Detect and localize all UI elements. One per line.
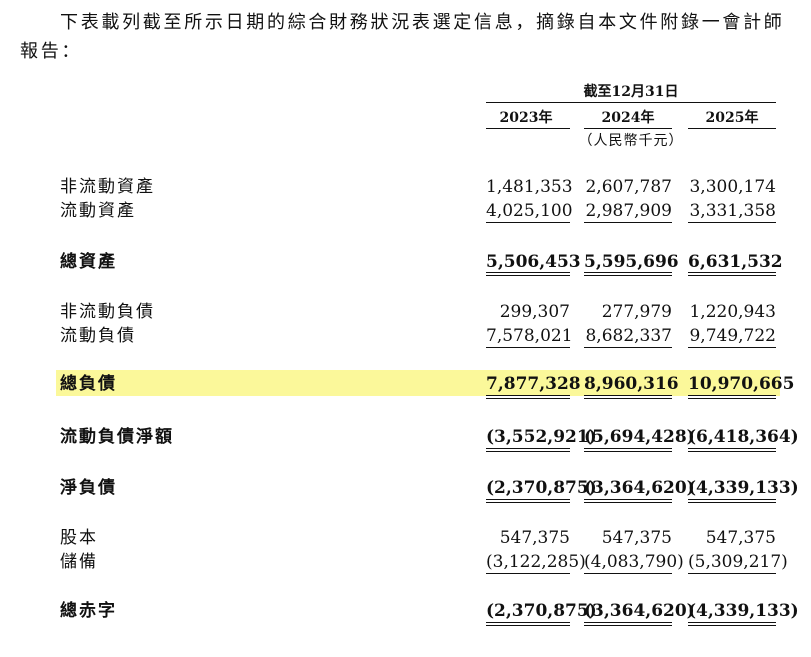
row-label: 儲備 — [60, 552, 98, 572]
total-double-rule — [584, 448, 672, 452]
row-total-deficit: 總赤字 (2,370,875) (3,364,620) (4,339,133) — [0, 599, 811, 623]
row-label: 流動資產 — [60, 201, 136, 221]
row-label: 非流動負債 — [60, 302, 155, 322]
value-2024: (3,364,620) — [584, 478, 695, 498]
value-2023: 1,481,353 — [486, 177, 573, 197]
row-net-current-liabilities: 流動負債淨額 (3,552,921) (5,694,428) (6,418,36… — [0, 425, 811, 449]
value-2025: 9,749,722 — [689, 326, 776, 346]
value-2024: (5,694,428) — [584, 427, 695, 447]
row-non-current-assets: 非流動資產 1,481,353 2,607,787 3,300,174 — [0, 175, 811, 199]
value-2025: 3,300,174 — [689, 177, 776, 197]
row-label: 股本 — [60, 528, 98, 548]
value-2025: (4,339,133) — [688, 478, 799, 498]
year-2024: 2024年 — [601, 110, 655, 126]
subtotal-rule — [486, 222, 570, 223]
subtotal-rule — [584, 347, 672, 348]
period-header: 截至12月31日 — [583, 84, 679, 100]
subtotal-rule — [486, 347, 570, 348]
value-2023: (3,122,285) — [486, 552, 586, 572]
value-2023: 5,506,453 — [486, 252, 581, 272]
row-label: 總負債 — [60, 374, 117, 394]
subtotal-rule — [688, 573, 776, 574]
total-double-rule — [688, 272, 776, 276]
subtotal-rule — [688, 222, 776, 223]
value-2024: 8,960,316 — [584, 374, 679, 394]
unit-label: （人民幣千元） — [578, 133, 684, 149]
row-total-assets: 總資產 5,506,453 5,595,696 6,631,532 — [0, 250, 811, 274]
year-rule — [584, 128, 672, 129]
year-2023: 2023年 — [499, 110, 553, 126]
subtotal-rule — [584, 222, 672, 223]
value-2024: (3,364,620) — [584, 601, 695, 621]
total-double-rule — [486, 448, 570, 452]
value-2023: 4,025,100 — [486, 201, 573, 221]
row-label: 總資產 — [60, 252, 117, 272]
row-label: 非流動資產 — [60, 177, 155, 197]
value-2024: (4,083,790) — [584, 552, 684, 572]
total-double-rule — [584, 622, 672, 626]
value-2025: (4,339,133) — [688, 601, 799, 621]
value-2023: (3,552,921) — [486, 427, 597, 447]
value-2024: 5,595,696 — [584, 252, 679, 272]
row-reserves: 儲備 (3,122,285) (4,083,790) (5,309,217) — [0, 550, 811, 574]
year-rule — [688, 128, 776, 129]
total-double-rule — [486, 272, 570, 276]
value-2025: 10,970,665 — [688, 374, 795, 394]
row-label: 流動負債淨額 — [60, 427, 174, 447]
total-double-rule — [584, 272, 672, 276]
value-2025: (5,309,217) — [688, 552, 788, 572]
row-label: 流動負債 — [60, 326, 136, 346]
subtotal-rule — [486, 573, 570, 574]
value-2023: 299,307 — [499, 302, 570, 322]
total-double-rule — [688, 448, 776, 452]
total-double-rule — [688, 395, 776, 399]
value-2025: 1,220,943 — [689, 302, 776, 322]
row-label: 淨負債 — [60, 478, 117, 498]
value-2023: 7,578,021 — [486, 326, 573, 346]
value-2024: 2,987,909 — [585, 201, 672, 221]
value-2023: 7,877,328 — [486, 374, 581, 394]
intro-paragraph: 下表載列截至所示日期的綜合財務狀況表選定信息，摘錄自本文件附錄一會計師報告： — [20, 12, 785, 62]
value-2025: 547,375 — [705, 528, 776, 548]
row-net-liabilities: 淨負債 (2,370,875) (3,364,620) (4,339,133) — [0, 476, 811, 500]
value-2025: 3,331,358 — [689, 201, 776, 221]
row-share-capital: 股本 547,375 547,375 547,375 — [0, 526, 811, 550]
total-double-rule — [486, 499, 570, 503]
total-double-rule — [688, 499, 776, 503]
year-2025: 2025年 — [705, 110, 759, 126]
row-label: 總赤字 — [60, 601, 117, 621]
row-total-liabilities: 總負債 7,877,328 8,960,316 10,970,665 — [0, 372, 811, 396]
value-2024: 547,375 — [601, 528, 672, 548]
row-current-liabilities: 流動負債 7,578,021 8,682,337 9,749,722 — [0, 324, 811, 348]
total-double-rule — [584, 499, 672, 503]
value-2024: 277,979 — [601, 302, 672, 322]
total-double-rule — [688, 622, 776, 626]
value-2023: (2,370,875) — [486, 601, 597, 621]
subtotal-rule — [584, 573, 672, 574]
year-rule — [486, 128, 570, 129]
value-2025: 6,631,532 — [688, 252, 783, 272]
total-double-rule — [486, 395, 570, 399]
value-2025: (6,418,364) — [688, 427, 799, 447]
total-double-rule — [584, 395, 672, 399]
value-2023: 547,375 — [499, 528, 570, 548]
value-2023: (2,370,875) — [486, 478, 597, 498]
total-double-rule — [486, 622, 570, 626]
value-2024: 2,607,787 — [585, 177, 672, 197]
row-non-current-liabilities: 非流動負債 299,307 277,979 1,220,943 — [0, 300, 811, 324]
value-2024: 8,682,337 — [585, 326, 672, 346]
row-current-assets: 流動資產 4,025,100 2,987,909 3,331,358 — [0, 199, 811, 223]
subtotal-rule — [688, 347, 776, 348]
header-rule — [486, 102, 776, 103]
